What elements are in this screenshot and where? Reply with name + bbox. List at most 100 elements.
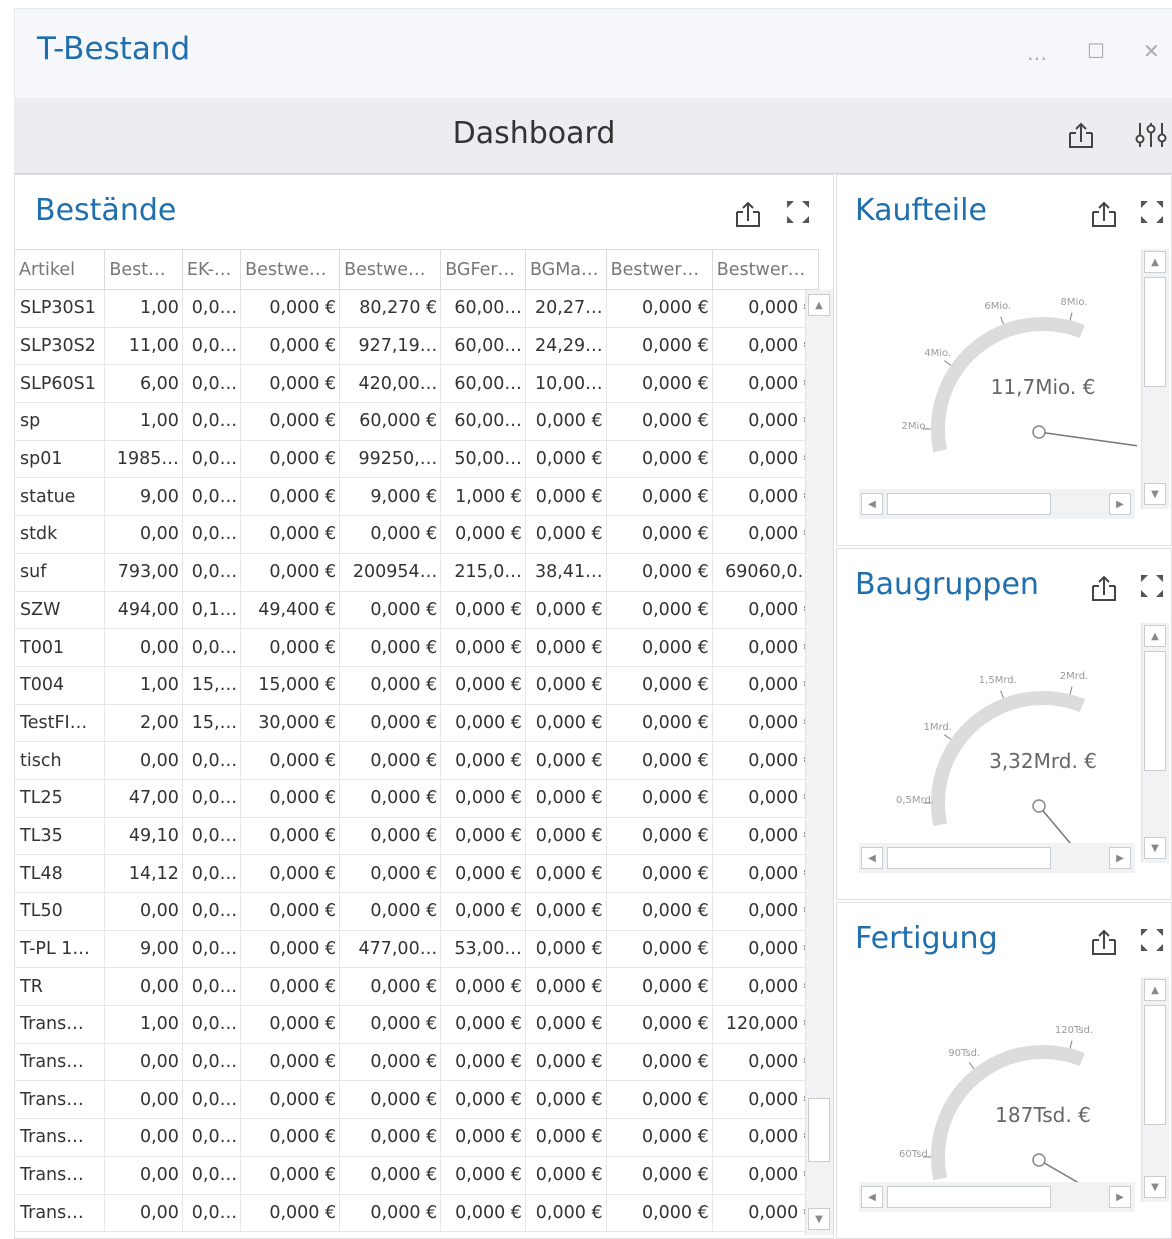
table-cell[interactable]: TL35 [15, 817, 106, 856]
table-cell[interactable]: 0,000 € [606, 666, 713, 705]
table-cell[interactable]: 80,270 € [339, 289, 442, 328]
gauge-horizontal-scrollbar[interactable]: ◀ ▶ [859, 489, 1135, 519]
table-cell[interactable]: 494,00 [104, 591, 183, 630]
table-cell[interactable]: 15,000 € [240, 666, 341, 705]
table-cell[interactable]: TL25 [15, 779, 106, 818]
table-cell[interactable]: 0,000 € [606, 440, 713, 479]
table-cell[interactable]: 24,29… [525, 327, 607, 366]
export-icon[interactable] [1089, 927, 1119, 957]
table-cell[interactable]: 0,000 € [240, 741, 341, 780]
table-cell[interactable]: 0,000 € [712, 666, 820, 705]
table-cell[interactable]: 0,000 € [240, 930, 341, 969]
scroll-up-button[interactable]: ▲ [1144, 979, 1166, 1001]
table-cell[interactable]: 0,000 € [712, 477, 820, 517]
table-row[interactable]: stdk 0,00 0,0… 0,000 €0,000 €0,000 €0,000 €… [15, 515, 820, 554]
table-cell[interactable]: 0,000 € [440, 704, 526, 743]
table-cell[interactable]: 0,000 € [712, 591, 820, 630]
column-header[interactable]: Artikel [15, 249, 106, 290]
column-header[interactable]: Bestwe… [339, 249, 442, 290]
table-cell[interactable]: 0,000 € [606, 1043, 713, 1082]
table-cell[interactable]: 0,000 € [525, 704, 607, 743]
export-icon[interactable] [1089, 199, 1119, 229]
table-cell[interactable]: 0,000 € [525, 892, 607, 931]
table-cell[interactable]: 30,000 € [240, 704, 341, 743]
table-cell[interactable]: 0,000 € [712, 779, 820, 818]
table-cell[interactable]: 0,000 € [712, 364, 820, 404]
table-cell[interactable]: 0,000 € [525, 1194, 607, 1233]
table-cell[interactable]: 0,0… [182, 364, 242, 404]
table-cell[interactable]: Trans… [15, 1118, 106, 1157]
table-cell[interactable]: 0,0… [182, 779, 242, 818]
table-cell[interactable]: 0,00 [104, 892, 183, 931]
table-row[interactable]: tisch 0,00 0,0… 0,000 €0,000 €0,000 €0,000 … [15, 741, 820, 780]
table-cell[interactable]: 0,0… [182, 930, 242, 969]
table-cell[interactable]: 0,000 € [712, 402, 820, 441]
table-cell[interactable]: 0,000 € [712, 1194, 820, 1233]
scroll-up-button[interactable]: ▲ [808, 294, 830, 316]
table-cell[interactable]: 60,00… [440, 402, 526, 441]
table-cell[interactable]: 0,1… [182, 591, 242, 630]
table-cell[interactable]: 1,00 [104, 666, 183, 705]
table-cell[interactable]: 215,0… [440, 553, 526, 592]
table-cell[interactable]: SZW [15, 591, 106, 630]
table-cell[interactable]: 0,000 € [525, 477, 607, 517]
table-cell[interactable]: 0,000 € [339, 515, 442, 554]
table-cell[interactable]: 0,00 [104, 741, 183, 780]
table-cell[interactable]: 0,000 € [440, 817, 526, 856]
table-cell[interactable]: 0,0… [182, 515, 242, 554]
table-cell[interactable]: 0,000 € [440, 967, 526, 1007]
table-cell[interactable]: 0,000 € [606, 704, 713, 743]
table-cell[interactable]: 0,000 € [712, 854, 820, 893]
table-cell[interactable]: 0,0… [182, 628, 242, 667]
table-row[interactable]: sp 1,00 0,0… 0,000 €60,000 €60,00… 0,000 €0,… [15, 402, 820, 441]
scroll-down-button[interactable]: ▼ [1144, 483, 1166, 505]
table-cell[interactable]: 0,0… [182, 741, 242, 780]
expand-icon[interactable] [785, 199, 811, 225]
table-cell[interactable]: 0,000 € [440, 628, 526, 667]
table-cell[interactable]: 0,000 € [240, 515, 341, 554]
table-cell[interactable]: 0,000 € [712, 628, 820, 667]
table-cell[interactable]: Trans… [15, 1005, 106, 1044]
table-cell[interactable]: 0,000 € [240, 628, 341, 667]
table-cell[interactable]: sp [15, 402, 106, 441]
expand-icon[interactable] [1139, 199, 1165, 225]
table-row[interactable]: Trans… 0,00 0,0… 0,000 €0,000 €0,000 €0,000… [15, 1118, 820, 1157]
table-row[interactable]: T001 0,00 0,0… 0,000 €0,000 €0,000 €0,000 €… [15, 628, 820, 667]
table-cell[interactable]: Trans… [15, 1194, 106, 1233]
table-cell[interactable]: 0,000 € [606, 1194, 713, 1233]
table-cell[interactable]: 0,0… [182, 967, 242, 1007]
table-cell[interactable]: 0,000 € [712, 1043, 820, 1082]
table-cell[interactable]: 0,000 € [606, 854, 713, 893]
table-cell[interactable]: 0,000 € [339, 1156, 442, 1195]
table-cell[interactable]: 99250,… [339, 440, 442, 479]
table-cell[interactable]: 0,000 € [525, 1043, 607, 1082]
table-cell[interactable]: 0,0… [182, 1118, 242, 1157]
table-cell[interactable]: 0,000 € [240, 402, 341, 441]
scroll-right-button[interactable]: ▶ [1109, 1186, 1131, 1208]
table-cell[interactable]: 0,000 € [525, 779, 607, 818]
table-cell[interactable]: 0,000 € [440, 1080, 526, 1120]
table-cell[interactable]: stdk [15, 515, 106, 554]
table-cell[interactable]: TL50 [15, 892, 106, 931]
expand-icon[interactable] [1139, 927, 1165, 953]
table-cell[interactable]: SLP30S1 [15, 289, 106, 328]
gauge-horizontal-scrollbar[interactable]: ◀ ▶ [859, 843, 1135, 873]
table-cell[interactable]: 69060,0… [712, 553, 820, 592]
table-cell[interactable]: 0,000 € [339, 854, 442, 893]
table-cell[interactable]: 0,0… [182, 553, 242, 592]
table-cell[interactable]: 11,00 [104, 327, 183, 366]
table-cell[interactable]: 0,000 € [525, 930, 607, 969]
table-cell[interactable]: suf [15, 553, 106, 592]
table-cell[interactable]: 1,00 [104, 402, 183, 441]
table-cell[interactable]: 6,00 [104, 364, 183, 404]
table-cell[interactable]: 14,12 [104, 854, 183, 893]
table-cell[interactable]: 0,00 [104, 1118, 183, 1157]
table-cell[interactable]: 0,0… [182, 1194, 242, 1233]
table-cell[interactable]: 0,00 [104, 628, 183, 667]
table-cell[interactable]: 0,000 € [525, 515, 607, 554]
table-cell[interactable]: 0,00 [104, 967, 183, 1007]
scroll-thumb[interactable] [887, 1186, 1051, 1208]
table-cell[interactable]: 9,00 [104, 477, 183, 517]
table-cell[interactable]: 49,400 € [240, 591, 341, 630]
table-cell[interactable]: 0,000 € [440, 591, 526, 630]
